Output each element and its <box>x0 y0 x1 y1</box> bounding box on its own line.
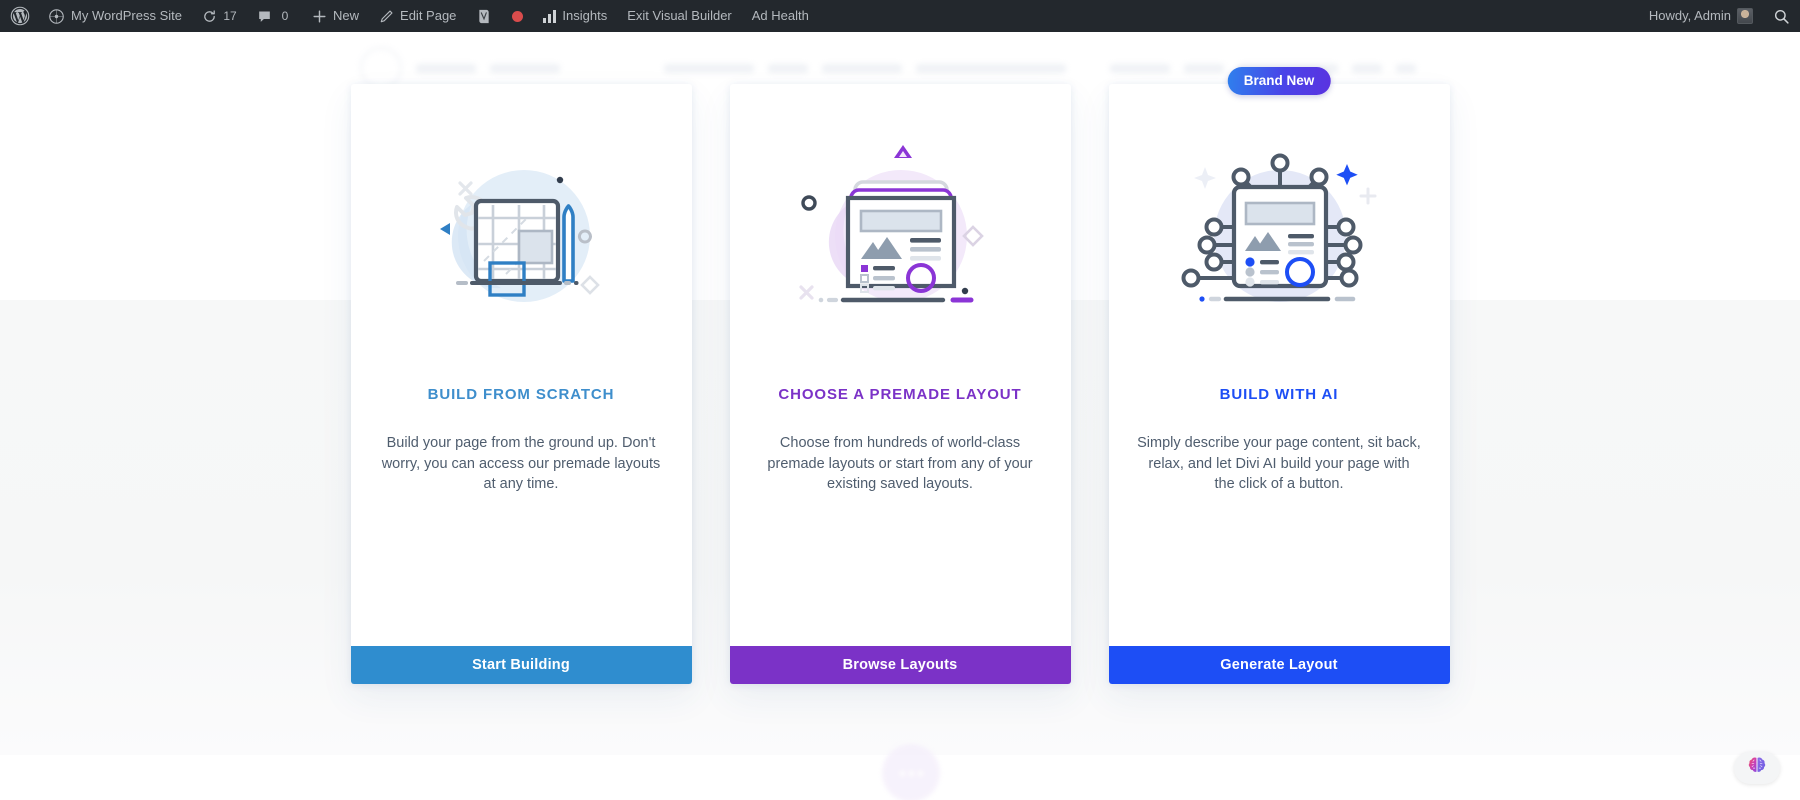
recording-indicator[interactable] <box>502 0 533 32</box>
browse-layouts-button[interactable]: Browse Layouts <box>729 646 1071 684</box>
edit-page-label: Edit Page <box>400 8 457 23</box>
card-title-build-from-scratch: BUILD FROM SCRATCH <box>427 386 615 403</box>
updates-menu[interactable]: 17 <box>192 0 247 32</box>
card-description-build-from-scratch: Build your page from the ground up. Don'… <box>381 435 661 493</box>
comment-bubble-icon <box>257 9 272 24</box>
exit-visual-builder-label: Exit Visual Builder <box>627 8 732 23</box>
edit-page-menu[interactable]: Edit Page <box>369 0 466 32</box>
generate-layout-button[interactable]: Generate Layout <box>1108 646 1450 684</box>
premade-layout-page-illustration <box>758 84 1043 382</box>
updates-icon <box>202 9 217 24</box>
yoast-seo-menu[interactable] <box>466 0 502 32</box>
card-body-choose-a-premade-layout: CHOOSE A PREMADE LAYOUT Choose from hund… <box>730 84 1071 646</box>
record-dot-icon <box>512 10 524 22</box>
bar-chart-icon <box>543 9 557 23</box>
card-title-build-with-ai: BUILD WITH AI <box>1219 386 1339 403</box>
avatar <box>1737 8 1753 24</box>
new-content-label: New <box>333 8 360 23</box>
card-choose-a-premade-layout[interactable]: CHOOSE A PREMADE LAYOUT Choose from hund… <box>729 84 1071 684</box>
updates-count: 17 <box>223 9 237 23</box>
card-build-from-scratch[interactable]: BUILD FROM SCRATCH Build your page from … <box>350 84 692 684</box>
search-icon <box>1773 8 1790 25</box>
card-build-with-ai[interactable]: Brand New BUILD WITH AI Simply describe … <box>1108 67 1450 684</box>
ai-neural-network-page-illustration <box>1137 84 1422 382</box>
wordpress-logo-icon <box>10 6 30 26</box>
my-account-menu[interactable]: Howdy, Admin <box>1639 0 1763 32</box>
card-body-build-from-scratch: BUILD FROM SCRATCH Build your page from … <box>351 84 692 646</box>
blueprint-wireframe-illustration <box>379 84 664 382</box>
site-name-label: My WordPress Site <box>71 8 183 23</box>
ad-health-menu[interactable]: Ad Health <box>742 0 819 32</box>
site-name-menu[interactable]: My WordPress Site <box>38 0 192 32</box>
card-description-build-with-ai: Simply describe your page content, sit b… <box>1137 435 1421 493</box>
new-content-menu[interactable]: New <box>302 0 369 32</box>
card-description-choose-a-premade-layout: Choose from hundreds of world-class prem… <box>767 435 1033 493</box>
plus-icon <box>312 9 327 24</box>
card-body-build-with-ai: BUILD WITH AI Simply describe your page … <box>1109 84 1450 646</box>
divi-ai-button[interactable] <box>1734 752 1780 784</box>
dashboard-icon <box>48 8 65 25</box>
comments-menu[interactable]: 0 <box>247 0 302 32</box>
admin-bar-search-button[interactable] <box>1763 0 1800 32</box>
status-badge: Brand New <box>1227 67 1331 95</box>
card-title-choose-a-premade-layout: CHOOSE A PREMADE LAYOUT <box>778 386 1022 403</box>
start-building-button[interactable]: Start Building <box>350 646 692 684</box>
howdy-label: Howdy, Admin <box>1648 8 1731 23</box>
yoast-seo-icon <box>476 8 492 25</box>
ad-health-label: Ad Health <box>751 8 809 23</box>
new-page-modal: BUILD FROM SCRATCH Build your page from … <box>0 0 1800 768</box>
comments-count: 0 <box>281 9 289 23</box>
pencil-icon <box>379 9 394 24</box>
wp-admin-bar: My WordPress Site 17 0 New Edit Page Ins… <box>0 0 1800 32</box>
insights-menu[interactable]: Insights <box>533 0 617 32</box>
divi-ai-brain-icon <box>1746 755 1768 782</box>
wordpress-logo-menu[interactable] <box>0 0 38 32</box>
exit-visual-builder-menu[interactable]: Exit Visual Builder <box>617 0 742 32</box>
insights-label: Insights <box>562 8 608 23</box>
